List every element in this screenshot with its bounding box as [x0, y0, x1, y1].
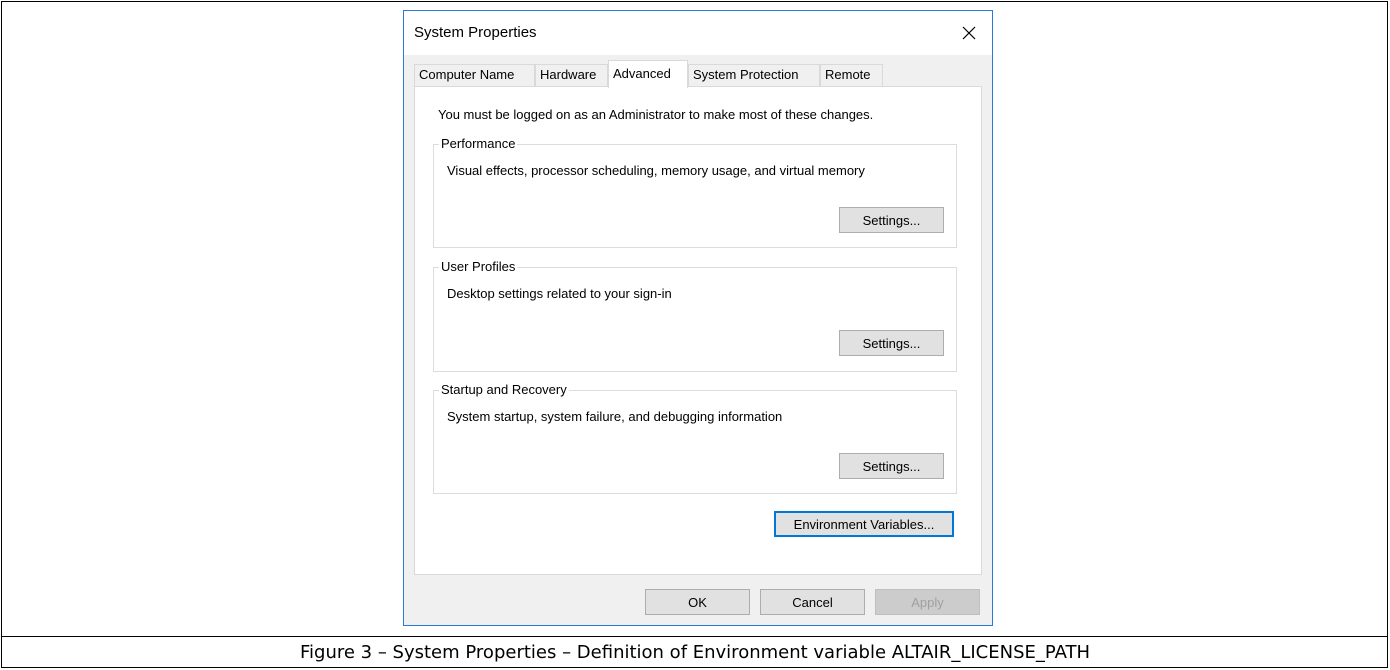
- performance-group: Performance Visual effects, processor sc…: [433, 136, 957, 248]
- startup-recovery-description: System startup, system failure, and debu…: [447, 409, 783, 424]
- cancel-button[interactable]: Cancel: [760, 589, 865, 615]
- apply-button[interactable]: Apply: [875, 589, 980, 615]
- figure-caption: Figure 3 – System Properties – Definitio…: [299, 642, 1091, 663]
- tab-computer-name[interactable]: Computer Name: [414, 64, 535, 86]
- user-profiles-group: User Profiles Desktop settings related t…: [433, 259, 957, 372]
- ok-button[interactable]: OK: [645, 589, 750, 615]
- startup-recovery-title: Startup and Recovery: [439, 382, 569, 397]
- window-title: System Properties: [414, 24, 537, 41]
- performance-title: Performance: [439, 136, 518, 151]
- performance-settings-button[interactable]: Settings...: [839, 207, 944, 233]
- close-icon: [962, 26, 976, 40]
- user-profiles-description: Desktop settings related to your sign-in: [447, 286, 672, 301]
- advanced-tab-panel: You must be logged on as an Administrato…: [414, 86, 982, 575]
- performance-description: Visual effects, processor scheduling, me…: [447, 163, 865, 178]
- tab-remote[interactable]: Remote: [820, 64, 883, 86]
- tab-advanced[interactable]: Advanced: [608, 60, 688, 88]
- title-bar: System Properties: [404, 11, 992, 55]
- startup-recovery-settings-button[interactable]: Settings...: [839, 453, 944, 479]
- system-properties-window: System Properties Computer Name Hardware…: [403, 10, 993, 626]
- tab-hardware[interactable]: Hardware: [535, 64, 608, 86]
- user-profiles-title: User Profiles: [439, 259, 518, 274]
- admin-note: You must be logged on as an Administrato…: [438, 107, 874, 122]
- startup-recovery-group: Startup and Recovery System startup, sys…: [433, 382, 957, 494]
- close-button[interactable]: [946, 11, 992, 55]
- environment-variables-button[interactable]: Environment Variables...: [774, 511, 954, 537]
- tab-system-protection[interactable]: System Protection: [688, 64, 820, 86]
- user-profiles-settings-button[interactable]: Settings...: [839, 330, 944, 356]
